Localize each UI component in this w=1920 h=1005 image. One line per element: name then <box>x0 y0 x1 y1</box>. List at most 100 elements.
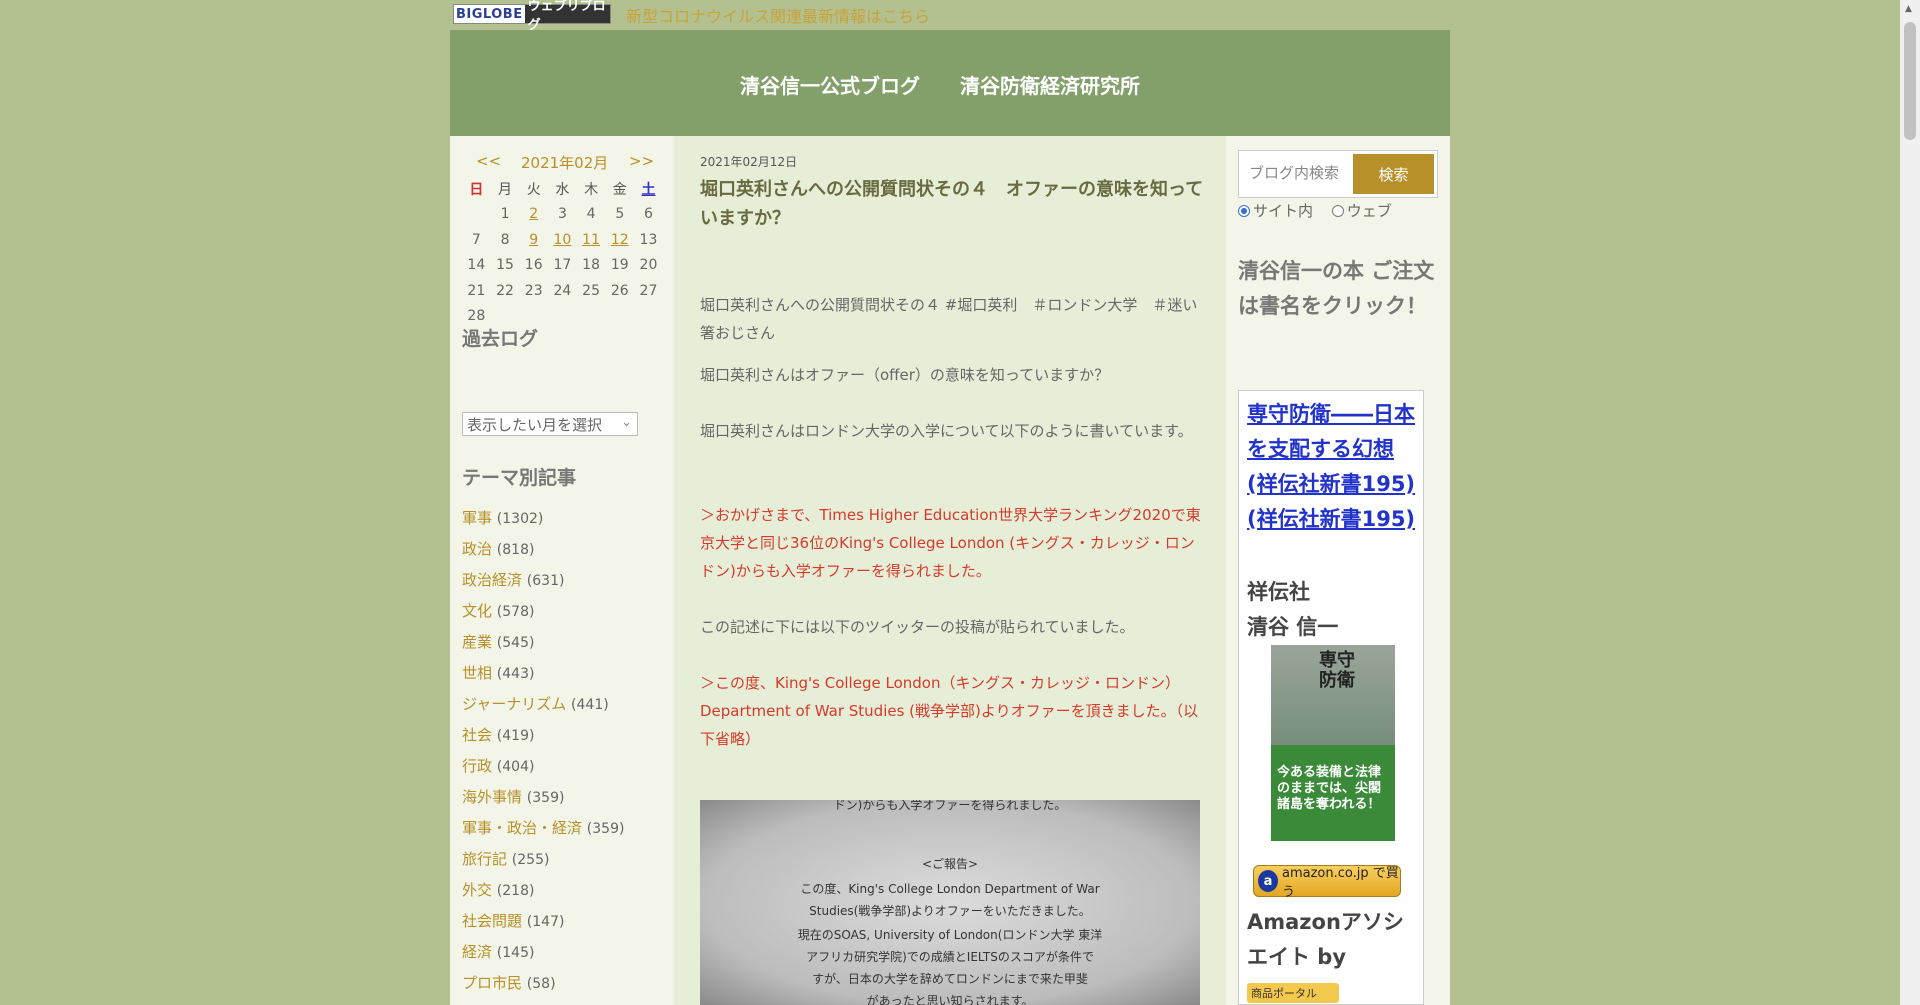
book-publisher: 祥伝社 <box>1247 580 1310 604</box>
calendar-day: 8 <box>500 231 510 248</box>
category-link[interactable]: 旅行記 <box>462 850 507 868</box>
calendar-empty-cell <box>605 304 634 330</box>
category-item: 政治 (818) <box>462 539 624 570</box>
category-link[interactable]: 文化 <box>462 602 492 620</box>
calendar-weekday: 水 <box>555 181 570 198</box>
calendar-day[interactable]: 11 <box>577 227 606 253</box>
amazon-associate-text: Amazonアソシエイト by <box>1247 910 1404 969</box>
calendar-weekday: 土 <box>641 181 656 198</box>
category-item: 政治経済 (631) <box>462 570 624 601</box>
archive-heading: 過去ログ <box>462 328 539 350</box>
post-paragraph-4: この記述に下には以下のツイッターの投稿が貼られていました。 <box>700 618 1135 636</box>
category-count: (218) <box>496 883 535 899</box>
book-cover-image[interactable]: 専守防衛 今ある装備と法律のままでは、尖閣諸島を奪われる！ <box>1271 645 1395 841</box>
book-cover-title: 専守防衛 <box>1319 650 1355 691</box>
scrollbar-thumb[interactable] <box>1904 22 1916 140</box>
category-count: (578) <box>496 604 535 620</box>
category-count: (255) <box>511 852 550 868</box>
category-count: (404) <box>496 759 535 775</box>
category-link[interactable]: 経済 <box>462 943 492 961</box>
chevron-down-icon: ⌄ <box>621 415 632 430</box>
calendar-day: 20 <box>639 257 658 274</box>
calendar-day: 6 <box>644 206 653 223</box>
tweet-screenshot-image: ドン)からも入学オファーを得られました。 <ご報告> この度、King's Coll… <box>700 800 1200 1005</box>
book-title-link[interactable]: 専守防衛――日本を支配する幻想 (祥伝社新書195) (祥伝社新書195) <box>1247 397 1422 537</box>
category-item: 行政 (404) <box>462 756 624 787</box>
blog-subtitle-link[interactable]: 清谷防衛経済研究所 <box>960 70 1140 99</box>
left-sidebar: << 2021年02月 >> 日月火水木金土 1 2 3 4 5 6 7 8 9 10 11 12 13 1… <box>450 136 674 1005</box>
calendar-day: 15 <box>496 257 514 274</box>
calendar-empty-cell <box>634 304 663 330</box>
category-count: (145) <box>496 945 535 961</box>
covid-info-link[interactable]: 新型コロナウイルス関連最新情報はこちら <box>626 3 930 27</box>
calendar-month-link[interactable]: 2021年02月 <box>521 152 608 173</box>
category-count: (359) <box>586 821 625 837</box>
category-link[interactable]: 軍事・政治・経済 <box>462 819 582 837</box>
category-link[interactable]: 政治 <box>462 540 492 558</box>
blog-title-link[interactable]: 清谷信一公式ブログ <box>740 70 920 99</box>
post-date: 2021年02月12日 <box>700 155 798 169</box>
category-link[interactable]: 社会 <box>462 726 492 744</box>
biglobe-logo[interactable]: BIGLOBE ウェブリブログ <box>453 0 611 33</box>
calendar-empty-cell <box>577 304 606 330</box>
blog-search-box: ブログ内検索 検索 <box>1238 150 1438 198</box>
calendar-day[interactable]: 10 <box>548 227 577 253</box>
category-link[interactable]: 政治経済 <box>462 571 522 589</box>
search-scope-radios: サイト内 ウェブ <box>1238 200 1392 221</box>
calendar-next-link[interactable]: >> <box>629 152 654 170</box>
radio-web-label: ウェブ <box>1346 202 1392 220</box>
category-item: ジャーナリズム (441) <box>462 694 624 725</box>
top-bar: BIGLOBE ウェブリブログ 新型コロナウイルス関連最新情報はこちら <box>451 0 1451 33</box>
category-link[interactable]: 行政 <box>462 757 492 775</box>
category-link[interactable]: 社会問題 <box>462 912 522 930</box>
book-heading: 清谷信一の本 ご注文は書名をクリック！ <box>1238 259 1435 318</box>
category-item: 経済 (145) <box>462 942 624 973</box>
product-portal-logo[interactable]: 商品ポータル <box>1247 983 1339 1003</box>
calendar-table: 日月火水木金土 1 2 3 4 5 6 7 8 9 10 11 12 13 14 15 16 17 18 19 20 21… <box>462 176 663 329</box>
tweet-text-line: <ご報告> <box>921 857 979 871</box>
tweet-text-line: アフリカ研究学院)での成績とIELTSのスコアが条件で <box>806 950 1094 964</box>
page-scrollbar[interactable]: ▲ <box>1900 0 1920 1005</box>
right-sidebar: ブログ内検索 検索 サイト内 ウェブ 清谷信一の本 ご注文は書名をクリック！ 専… <box>1226 136 1450 1005</box>
calendar-day[interactable]: 12 <box>605 227 634 253</box>
category-link[interactable]: ジャーナリズム <box>462 695 566 713</box>
calendar-day[interactable]: 9 <box>519 227 548 253</box>
category-link[interactable]: 海外事情 <box>462 788 522 806</box>
tweet-text-line: があったと思い知らされます。 <box>866 994 1034 1005</box>
category-count: (443) <box>496 666 535 682</box>
post-title[interactable]: 堀口英利さんへの公開質問状その４ オファーの意味を知っていますか？ <box>700 175 1205 233</box>
category-item: 文化 (578) <box>462 601 624 632</box>
post-quote-2: ＞この度、King's College London（キングス・カレッジ・ロンド… <box>700 674 1199 748</box>
category-item: 軍事 (1302) <box>462 508 624 539</box>
category-link[interactable]: 軍事 <box>462 509 492 527</box>
book-cover-band-text: 今ある装備と法律のままでは、尖閣諸島を奪われる！ <box>1277 765 1382 812</box>
calendar-day[interactable]: 2 <box>519 202 548 228</box>
biglobe-logo-text: BIGLOBE <box>456 6 523 22</box>
calendar-day: 13 <box>639 231 658 248</box>
amazon-buy-button[interactable]: a amazon.co.jp で買う <box>1253 865 1401 900</box>
search-input[interactable]: ブログ内検索 <box>1249 162 1339 183</box>
calendar-day: 1 <box>500 206 510 223</box>
calendar-day: 4 <box>586 206 596 223</box>
calendar-weekday: 木 <box>584 181 599 198</box>
calendar-day: 19 <box>610 257 629 274</box>
calendar-day: 18 <box>582 257 600 274</box>
tweet-text-line: Studies(戦争学部)よりオファーをいただきました。 <box>809 904 1091 918</box>
calendar-weekday: 月 <box>498 181 513 198</box>
radio-web[interactable] <box>1331 205 1344 217</box>
category-link[interactable]: 産業 <box>462 633 492 651</box>
search-button[interactable]: 検索 <box>1353 154 1434 194</box>
category-item: 外交 (218) <box>462 880 624 911</box>
category-link[interactable]: プロ市民 <box>462 974 522 992</box>
category-count: (818) <box>496 542 535 558</box>
calendar-day: 7 <box>471 231 481 248</box>
category-link[interactable]: 外交 <box>462 881 492 899</box>
scroll-up-arrow-icon[interactable]: ▲ <box>1905 4 1912 14</box>
calendar-day: 16 <box>524 257 543 274</box>
category-count: (441) <box>571 697 609 713</box>
radio-site[interactable] <box>1238 205 1250 217</box>
archive-month-select[interactable]: 表示したい月を選択 ⌄ <box>462 412 638 436</box>
category-link[interactable]: 世相 <box>462 664 492 682</box>
post-quote-1: ＞おかげさまで、Times Higher Education世界大学ランキング2… <box>700 506 1201 580</box>
calendar-prev-link[interactable]: << <box>476 152 501 170</box>
